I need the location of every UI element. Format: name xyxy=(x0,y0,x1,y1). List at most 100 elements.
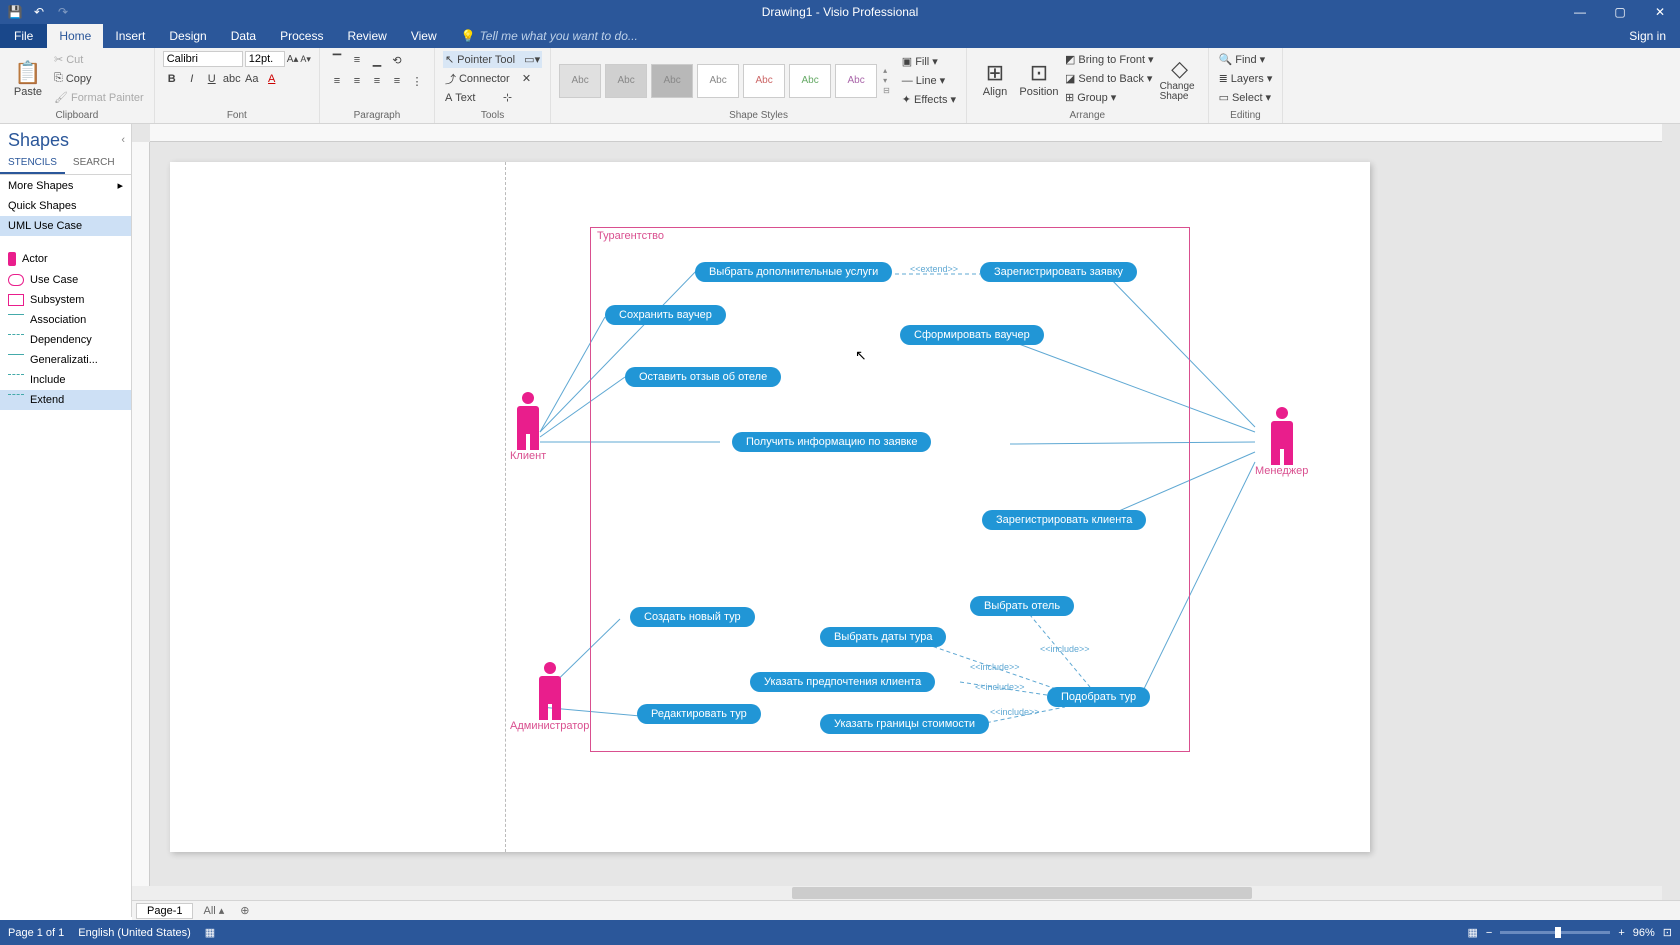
undo-icon[interactable]: ↶ xyxy=(30,3,48,21)
uc-save-voucher[interactable]: Сохранить ваучер xyxy=(605,305,726,325)
bold-button[interactable]: B xyxy=(163,70,181,88)
styles-more-icon[interactable]: ⊟ xyxy=(883,86,890,95)
uc-extra-services[interactable]: Выбрать дополнительные услуги xyxy=(695,262,892,282)
underline-button[interactable]: U xyxy=(203,70,221,88)
all-pages-button[interactable]: All ▴ xyxy=(197,903,230,918)
zoom-in-icon[interactable]: + xyxy=(1618,927,1624,939)
sign-in-link[interactable]: Sign in xyxy=(1615,24,1680,48)
quick-shapes-item[interactable]: Quick Shapes xyxy=(0,196,131,216)
more-shapes-item[interactable]: More Shapes ▸ xyxy=(0,175,131,196)
tab-review[interactable]: Review xyxy=(335,24,398,48)
group-button[interactable]: ⊞ Group ▾ xyxy=(1063,89,1156,106)
tab-home[interactable]: Home xyxy=(47,24,103,48)
align-bottom-icon[interactable]: ▁ xyxy=(368,51,386,69)
uc-review-hotel[interactable]: Оставить отзыв об отеле xyxy=(625,367,781,387)
maximize-icon[interactable]: ▢ xyxy=(1600,0,1640,24)
actor-client[interactable]: Клиент xyxy=(510,392,546,462)
grow-font-icon[interactable]: A▴ xyxy=(287,54,299,65)
actor-admin[interactable]: Администратор xyxy=(510,662,589,732)
zoom-slider[interactable] xyxy=(1500,931,1610,934)
position-button[interactable]: ⊡Position xyxy=(1019,51,1059,107)
style-2[interactable]: Abc xyxy=(605,64,647,98)
strike-button[interactable]: abc xyxy=(223,70,241,88)
tab-view[interactable]: View xyxy=(399,24,449,48)
bring-front-button[interactable]: ◩ Bring to Front ▾ xyxy=(1063,51,1156,68)
scrollbar-thumb[interactable] xyxy=(792,887,1252,899)
copy-button[interactable]: ⎘ Copy xyxy=(52,70,146,87)
text-tool-button[interactable]: A Text ⊹ xyxy=(443,89,542,106)
uc-form-voucher[interactable]: Сформировать ваучер xyxy=(900,325,1044,345)
uml-usecase-stencil[interactable]: UML Use Case xyxy=(0,216,131,236)
line-button[interactable]: ― Line ▾ xyxy=(900,72,958,89)
canvas[interactable]: <<extend>> <<include>> <<include>> <<inc… xyxy=(150,142,1662,882)
shape-association[interactable]: Association xyxy=(0,310,131,330)
find-button[interactable]: 🔍 Find ▾ xyxy=(1217,51,1275,68)
uc-pick-tour[interactable]: Подобрать тур xyxy=(1047,687,1150,707)
orientation-icon[interactable]: ⟲ xyxy=(388,51,406,69)
styles-down-icon[interactable]: ▾ xyxy=(883,76,890,85)
style-5[interactable]: Abc xyxy=(743,64,785,98)
zoom-out-icon[interactable]: − xyxy=(1486,927,1492,939)
change-shape-button[interactable]: ◇Change Shape xyxy=(1160,51,1200,107)
page-tab-1[interactable]: Page-1 xyxy=(136,903,193,919)
align-button[interactable]: ⊞Align xyxy=(975,51,1015,107)
tab-data[interactable]: Data xyxy=(219,24,268,48)
uc-register-request[interactable]: Зарегистрировать заявку xyxy=(980,262,1137,282)
style-7[interactable]: Abc xyxy=(835,64,877,98)
style-1[interactable]: Abc xyxy=(559,64,601,98)
close-icon[interactable]: ✕ xyxy=(1640,0,1680,24)
save-icon[interactable]: 💾 xyxy=(6,3,24,21)
language-indicator[interactable]: English (United States) xyxy=(78,927,191,939)
font-color-button[interactable]: A xyxy=(263,70,281,88)
zoom-level[interactable]: 96% xyxy=(1633,927,1655,939)
shrink-font-icon[interactable]: A▾ xyxy=(300,54,311,65)
tab-design[interactable]: Design xyxy=(157,24,218,48)
paste-button[interactable]: 📋Paste xyxy=(8,51,48,107)
macro-icon[interactable]: ▦ xyxy=(205,926,215,939)
style-4[interactable]: Abc xyxy=(697,64,739,98)
pointer-tool-button[interactable]: ↖ Pointer Tool ▭▾ xyxy=(443,51,542,68)
shape-dependency[interactable]: Dependency xyxy=(0,330,131,350)
format-painter-button[interactable]: 🖌 Format Painter xyxy=(52,89,146,106)
shape-actor[interactable]: Actor xyxy=(0,248,131,270)
zoom-slider-thumb[interactable] xyxy=(1555,927,1561,938)
uc-tour-dates[interactable]: Выбрать даты тура xyxy=(820,627,946,647)
uc-select-hotel[interactable]: Выбрать отель xyxy=(970,596,1074,616)
select-button[interactable]: ▭ Select ▾ xyxy=(1217,89,1275,106)
italic-button[interactable]: I xyxy=(183,70,201,88)
fill-button[interactable]: ▣ Fill ▾ xyxy=(900,53,958,70)
fit-page-icon[interactable]: ⊡ xyxy=(1663,926,1672,939)
justify-icon[interactable]: ≡ xyxy=(388,72,406,90)
drawing-page[interactable]: <<extend>> <<include>> <<include>> <<inc… xyxy=(170,162,1370,852)
collapse-panel-icon[interactable]: ‹ xyxy=(121,134,125,146)
align-middle-icon[interactable]: ≡ xyxy=(348,51,366,69)
add-page-button[interactable]: ⊕ xyxy=(234,903,255,918)
shape-usecase[interactable]: Use Case xyxy=(0,270,131,290)
horizontal-scrollbar[interactable] xyxy=(132,886,1662,900)
connector-tool-button[interactable]: ⤴ Connector ✕ xyxy=(443,70,542,87)
align-right-icon[interactable]: ≡ xyxy=(368,72,386,90)
tell-me-box[interactable]: Tell me what you want to do... xyxy=(449,24,650,48)
shape-include[interactable]: Include xyxy=(0,370,131,390)
uc-price-bounds[interactable]: Указать границы стоимости xyxy=(820,714,989,734)
align-center-icon[interactable]: ≡ xyxy=(348,72,366,90)
minimize-icon[interactable]: — xyxy=(1560,0,1600,24)
shape-generalization[interactable]: Generalizati... xyxy=(0,350,131,370)
font-size-input[interactable] xyxy=(245,51,285,67)
case-button[interactable]: Aa xyxy=(243,70,261,88)
style-6[interactable]: Abc xyxy=(789,64,831,98)
stencils-tab[interactable]: STENCILS xyxy=(0,153,65,174)
tab-process[interactable]: Process xyxy=(268,24,335,48)
align-top-icon[interactable]: ▔ xyxy=(328,51,346,69)
tab-insert[interactable]: Insert xyxy=(103,24,157,48)
send-back-button[interactable]: ◪ Send to Back ▾ xyxy=(1063,70,1156,87)
uc-client-prefs[interactable]: Указать предпочтения клиента xyxy=(750,672,935,692)
uc-new-tour[interactable]: Создать новый тур xyxy=(630,607,755,627)
uc-info-request[interactable]: Получить информацию по заявке xyxy=(732,432,931,452)
shape-subsystem[interactable]: Subsystem xyxy=(0,290,131,310)
redo-icon[interactable]: ↷ xyxy=(54,3,72,21)
font-name-input[interactable] xyxy=(163,51,243,67)
cut-button[interactable]: ✂ Cut xyxy=(52,51,146,68)
style-3[interactable]: Abc xyxy=(651,64,693,98)
effects-button[interactable]: ✦ Effects ▾ xyxy=(900,91,958,108)
